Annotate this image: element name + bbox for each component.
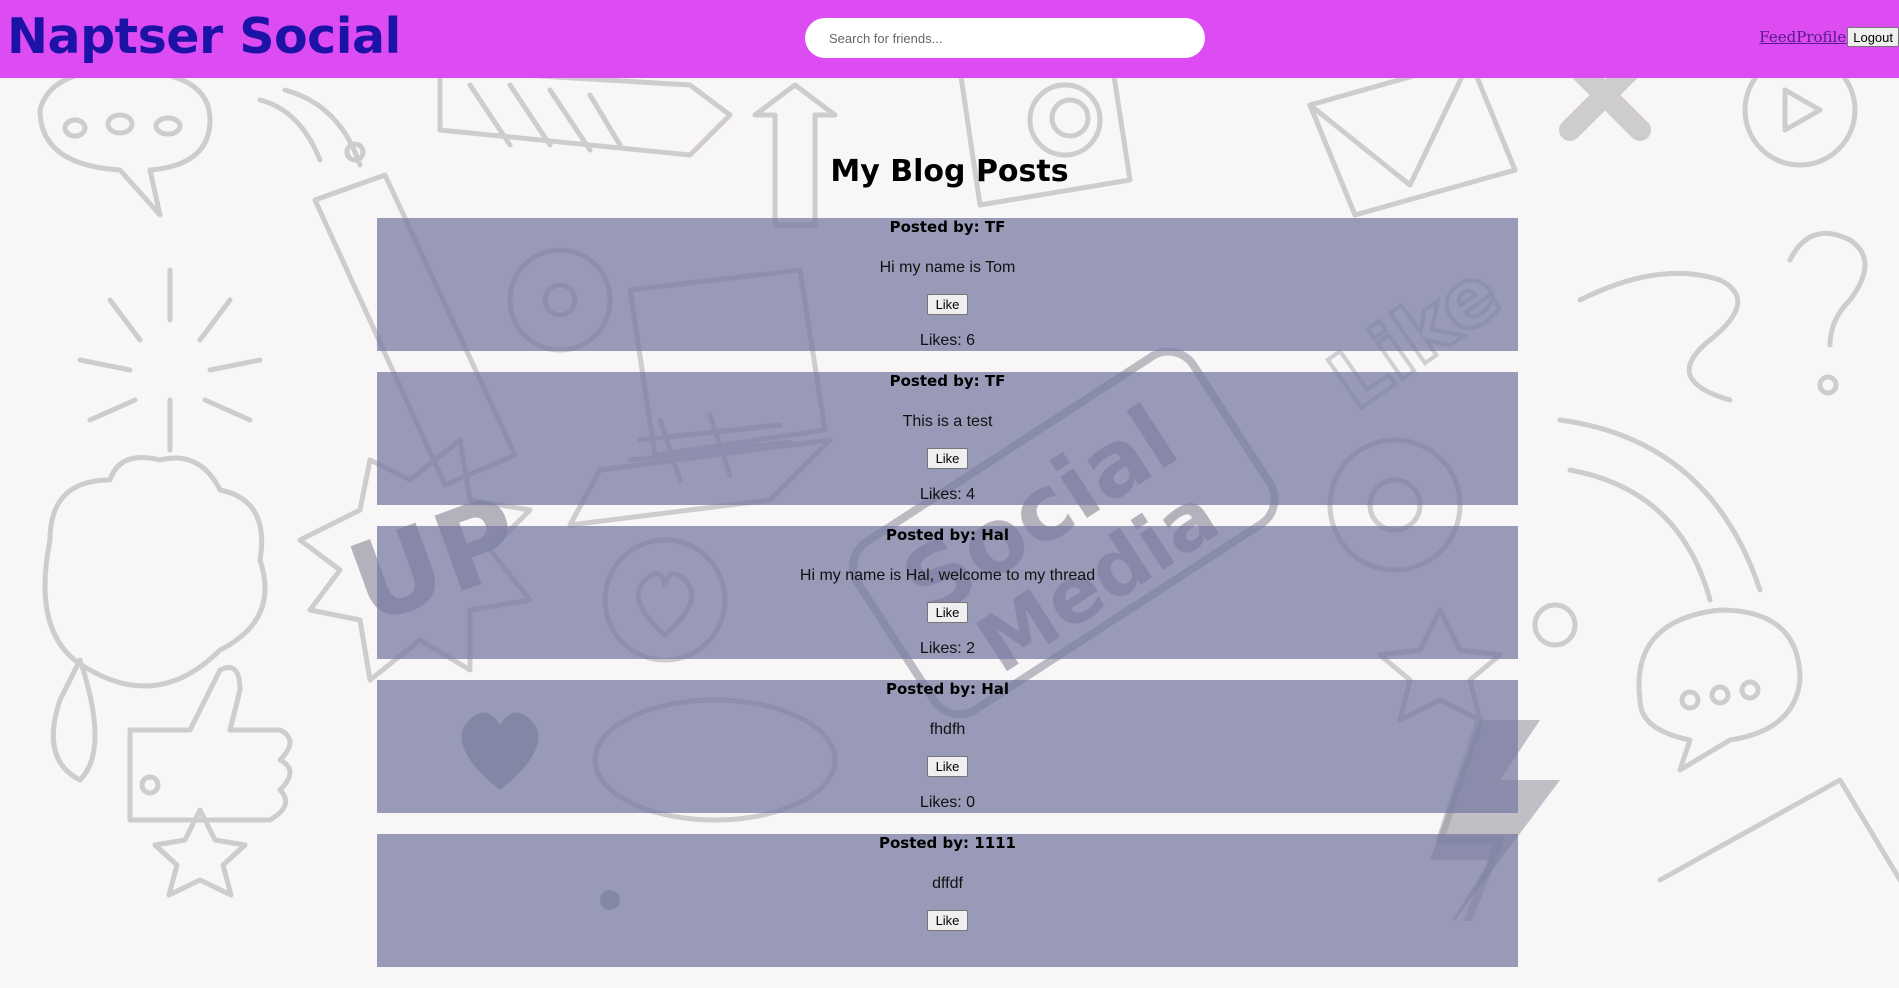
post-like-count: Likes: 4 bbox=[919, 486, 976, 503]
post-like-count: Likes: 6 bbox=[919, 332, 976, 349]
blog-post: Posted by: Hal Hi my name is Hal, welcom… bbox=[377, 526, 1518, 659]
post-like-count: Likes: 2 bbox=[919, 640, 976, 657]
like-button[interactable]: Like bbox=[927, 294, 968, 315]
friend-search-input[interactable] bbox=[805, 18, 1205, 58]
post-like-count: Likes: 0 bbox=[919, 794, 976, 811]
blog-post: Posted by: Hal fhdfh Like Likes: 0 bbox=[377, 680, 1518, 813]
post-author: Posted by: TF bbox=[889, 372, 1006, 390]
post-body: Hi my name is Tom bbox=[879, 259, 1016, 276]
post-body: Hi my name is Hal, welcome to my thread bbox=[799, 567, 1096, 584]
like-button[interactable]: Like bbox=[927, 602, 968, 623]
blog-post: Posted by: 1111 dffdf Like bbox=[377, 834, 1518, 967]
blog-post: Posted by: TF Hi my name is Tom Like Lik… bbox=[377, 218, 1518, 351]
logout-button[interactable]: Logout bbox=[1847, 27, 1899, 47]
post-body: dffdf bbox=[932, 875, 963, 892]
nav-links: Feed Profile Logout bbox=[1759, 27, 1899, 47]
nav-link-feed[interactable]: Feed bbox=[1759, 28, 1796, 46]
top-navbar: Naptser Social Feed Profile Logout bbox=[0, 0, 1899, 78]
page-title: My Blog Posts bbox=[830, 154, 1069, 189]
post-body: fhdfh bbox=[929, 721, 966, 738]
nav-link-profile[interactable]: Profile bbox=[1796, 28, 1846, 46]
post-author: Posted by: Hal bbox=[885, 526, 1010, 544]
post-author: Posted by: TF bbox=[889, 218, 1006, 236]
brand-logo[interactable]: Naptser Social bbox=[7, 9, 401, 65]
post-author: Posted by: 1111 bbox=[878, 834, 1016, 852]
like-button[interactable]: Like bbox=[927, 756, 968, 777]
post-list: Posted by: TF Hi my name is Tom Like Lik… bbox=[377, 218, 1518, 988]
like-button[interactable]: Like bbox=[927, 448, 968, 469]
post-body: This is a test bbox=[902, 413, 993, 430]
blog-post: Posted by: TF This is a test Like Likes:… bbox=[377, 372, 1518, 505]
post-author: Posted by: Hal bbox=[885, 680, 1010, 698]
